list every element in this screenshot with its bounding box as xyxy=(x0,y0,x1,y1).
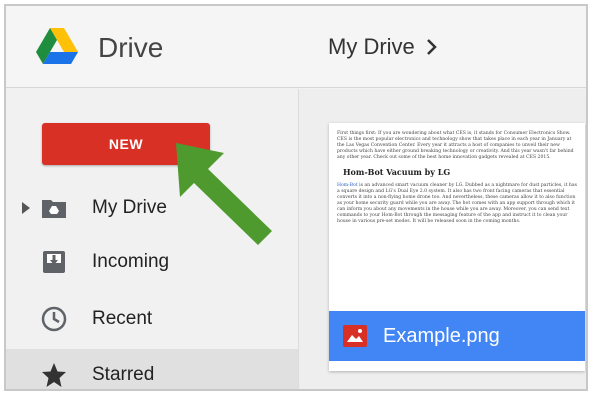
preview-link: Hom-Bot xyxy=(337,183,358,188)
sidebar-item-label: Recent xyxy=(92,308,153,329)
breadcrumb-my-drive[interactable]: My Drive xyxy=(328,34,415,60)
file-grid: First things first: If you are wondering… xyxy=(298,89,586,389)
sidebar-item-starred[interactable]: Starred xyxy=(6,349,298,389)
preview-paragraph: First things first: If you are wondering… xyxy=(337,131,574,160)
incoming-icon xyxy=(43,251,65,273)
clock-icon xyxy=(41,306,67,332)
sidebar-item-label: Incoming xyxy=(92,251,170,272)
sidebar-item-recent[interactable]: Recent xyxy=(6,293,298,345)
drive-folder-icon xyxy=(42,200,66,218)
pointer-arrow-icon xyxy=(176,143,272,245)
expand-caret-icon[interactable] xyxy=(22,202,30,214)
chevron-right-icon[interactable] xyxy=(425,37,439,57)
file-name: Example.png xyxy=(383,324,500,347)
preview-text: is an advanced smart vacuum cleaner by L… xyxy=(337,183,577,224)
app-title: Drive xyxy=(98,32,164,63)
sidebar-item-label: Starred xyxy=(92,364,155,385)
preview-heading: Hom-Bot Vacuum by LG xyxy=(343,167,451,177)
image-file-icon xyxy=(343,325,367,347)
preview-paragraph: Hom-Bot is an advanced smart vacuum clea… xyxy=(337,183,577,225)
breadcrumb[interactable]: My Drive xyxy=(328,34,439,60)
file-preview: First things first: If you are wondering… xyxy=(329,123,585,313)
top-bar: Drive My Drive xyxy=(6,6,586,88)
sidebar-item-label: My Drive xyxy=(92,197,167,218)
star-icon xyxy=(42,363,66,387)
drive-logo-icon[interactable] xyxy=(36,28,78,64)
app-window: Drive My Drive NEW My Drive Incoming Rec… xyxy=(4,4,588,391)
file-title-bar[interactable]: Example.png xyxy=(329,311,585,361)
file-card[interactable]: First things first: If you are wondering… xyxy=(329,123,585,371)
sidebar: NEW My Drive Incoming Recent Starred xyxy=(6,89,298,389)
